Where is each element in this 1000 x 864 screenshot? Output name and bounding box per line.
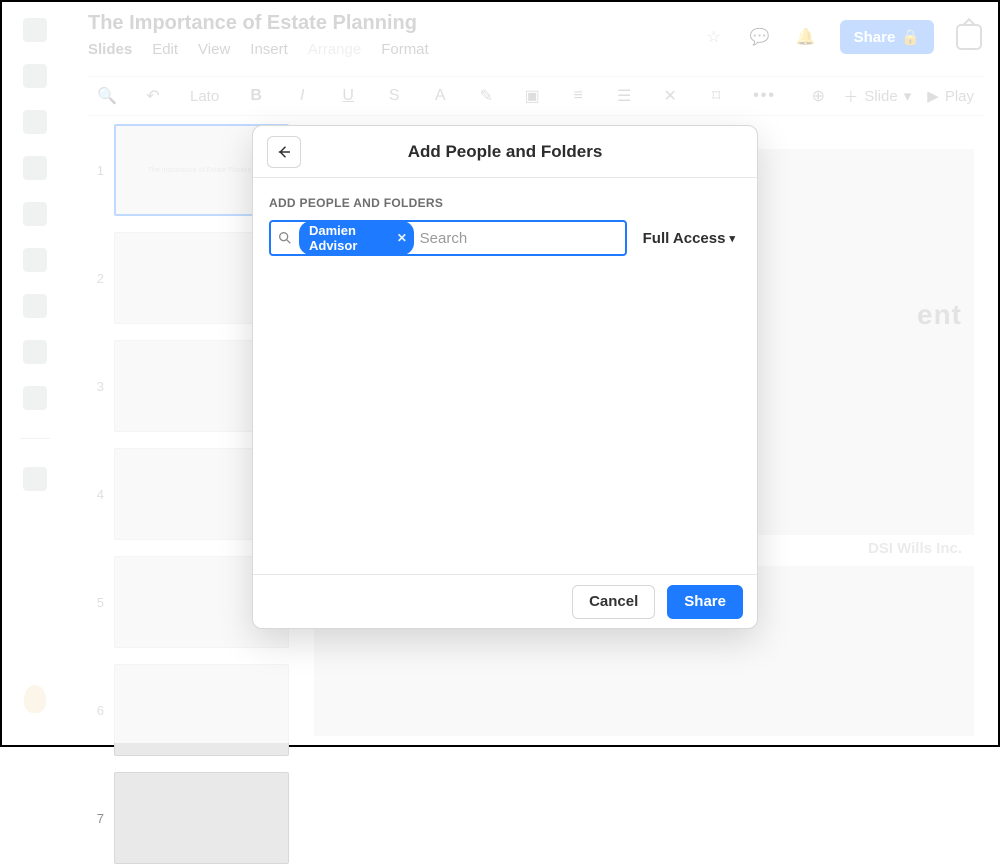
person-chip: Damien Advisor ✕ xyxy=(299,221,414,255)
slide-thumb-7[interactable] xyxy=(114,772,289,864)
share-label: Share xyxy=(684,593,726,610)
arrow-left-icon xyxy=(275,143,293,161)
back-button[interactable] xyxy=(267,136,301,168)
search-input[interactable] xyxy=(420,230,619,247)
modal-header: Add People and Folders xyxy=(253,126,757,178)
modal-body: ADD PEOPLE AND FOLDERS Damien Advisor ✕ … xyxy=(253,178,757,574)
cancel-label: Cancel xyxy=(589,593,638,610)
modal-title: Add People and Folders xyxy=(408,142,603,162)
access-level-dropdown[interactable]: Full Access ▾ xyxy=(637,220,741,256)
chip-remove-icon[interactable]: ✕ xyxy=(396,231,408,245)
modal-footer: Cancel Share xyxy=(253,574,757,628)
chevron-down-icon: ▾ xyxy=(729,232,735,245)
access-label: Full Access xyxy=(643,230,726,247)
search-row: Damien Advisor ✕ Full Access ▾ xyxy=(269,220,741,256)
share-confirm-button[interactable]: Share xyxy=(667,585,743,619)
section-label: ADD PEOPLE AND FOLDERS xyxy=(269,196,741,210)
search-icon xyxy=(277,230,293,246)
thumb-index: 7 xyxy=(90,811,104,826)
cancel-button[interactable]: Cancel xyxy=(572,585,655,619)
people-search-box[interactable]: Damien Advisor ✕ xyxy=(269,220,627,256)
chip-label: Damien Advisor xyxy=(309,223,390,253)
share-modal: Add People and Folders ADD PEOPLE AND FO… xyxy=(252,125,758,629)
thumb-row[interactable]: 7 xyxy=(90,772,290,864)
